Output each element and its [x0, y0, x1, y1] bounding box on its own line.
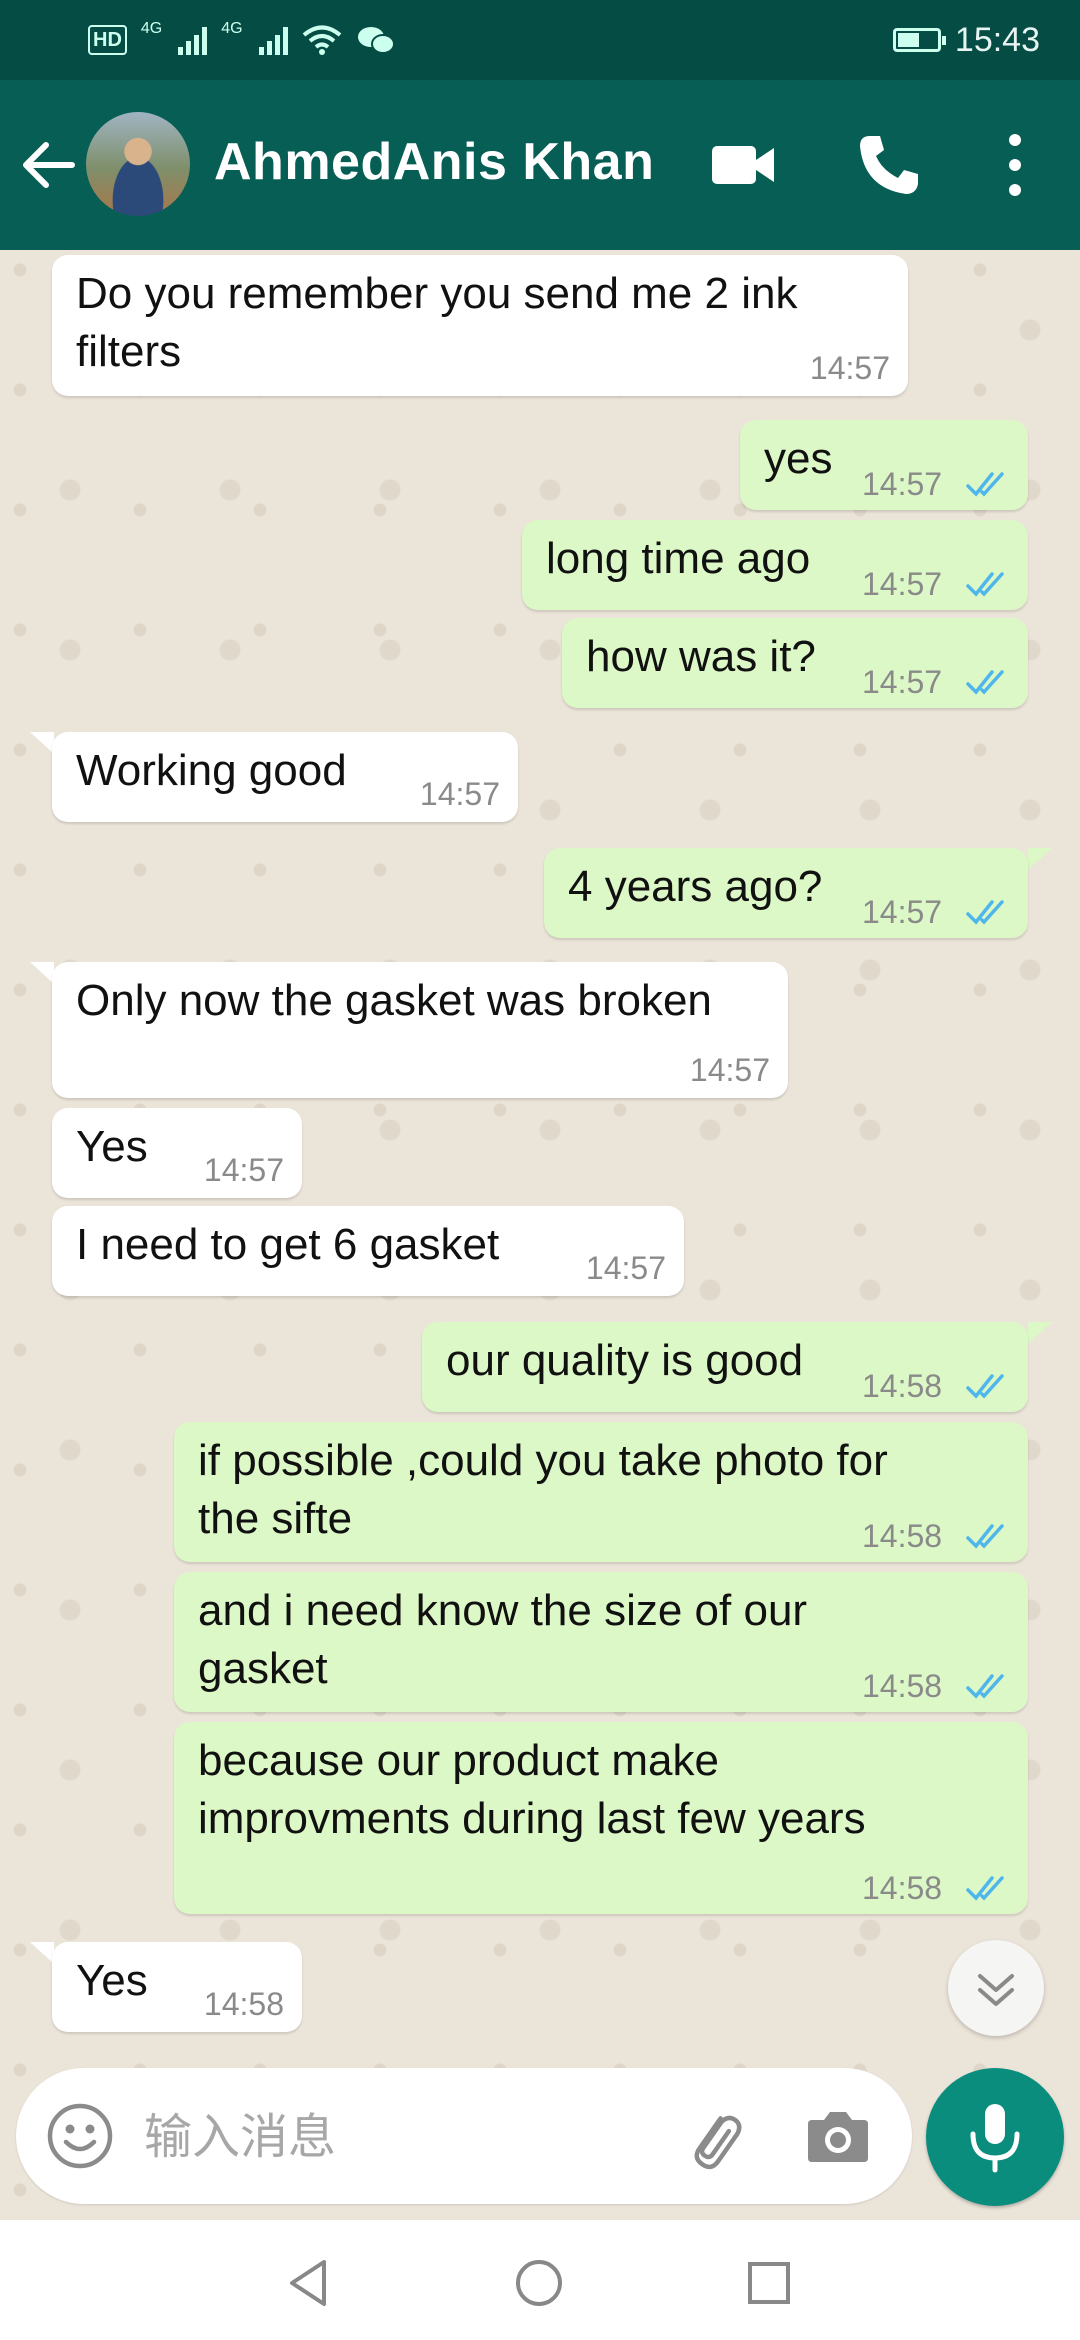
wifi-icon: [302, 25, 341, 55]
double-check-icon: [966, 900, 1004, 925]
battery-level: [897, 33, 919, 47]
message-time: 14:57: [862, 664, 943, 700]
signal-icon: [178, 25, 208, 55]
network-type-2: 4G: [221, 20, 243, 37]
microphone-icon: [970, 2104, 1020, 2173]
message-time: 14:58: [862, 1368, 943, 1404]
message-text: and i need know the size of our gasket: [198, 1586, 808, 1693]
arrow-left-icon[interactable]: [18, 135, 78, 195]
bubble-tail: [30, 962, 54, 984]
message-bubble-outgoing[interactable]: long time ago 14:57: [522, 520, 1028, 610]
bubble-tail: [30, 732, 54, 754]
nav-recents-icon[interactable]: [746, 2260, 792, 2306]
message-time: 14:58: [862, 1870, 943, 1906]
message-text: Do you remember you send me 2 ink filter…: [76, 269, 798, 376]
message-bubble-incoming[interactable]: Do you remember you send me 2 ink filter…: [52, 255, 908, 396]
message-bubble-incoming[interactable]: Only now the gasket was broken 14:57: [52, 962, 788, 1098]
bubble-tail: [1028, 848, 1052, 870]
voice-record-button[interactable]: [926, 2068, 1064, 2206]
camera-icon[interactable]: [806, 2108, 870, 2164]
emoji-icon[interactable]: [46, 2102, 114, 2170]
message-time: 14:57: [419, 776, 500, 812]
message-text: Working good: [76, 746, 347, 795]
chat-header: AhmedAnis Khan: [0, 80, 1080, 250]
hd-badge: HD: [88, 25, 127, 55]
message-text: if possible ,could you take photo for th…: [198, 1436, 888, 1543]
message-text: because our product make improvments dur…: [198, 1736, 866, 1843]
message-time: 14:58: [862, 1518, 943, 1554]
message-time: 14:57: [862, 894, 943, 930]
composer-bar: [16, 2068, 912, 2204]
double-check-icon: [966, 1524, 1004, 1549]
message-text: Yes: [76, 1956, 148, 2005]
avatar[interactable]: [86, 112, 190, 216]
status-indicators: HD 4G 4G: [88, 20, 396, 60]
status-right: 15:43: [892, 18, 1040, 62]
message-time: 14:57: [862, 466, 943, 502]
message-text: Yes: [76, 1122, 148, 1171]
status-bar: HD 4G 4G 15:43: [0, 0, 1080, 80]
message-text: 4 years ago?: [568, 862, 823, 911]
nav-home-icon[interactable]: [514, 2258, 564, 2308]
double-check-icon: [966, 472, 1004, 497]
message-time: 14:57: [585, 1250, 666, 1286]
message-bubble-outgoing[interactable]: 4 years ago? 14:57: [544, 848, 1028, 938]
message-bubble-incoming[interactable]: Yes 14:58: [52, 1942, 302, 2032]
message-time: 14:57: [809, 350, 890, 386]
wechat-icon: [357, 27, 395, 54]
message-text: how was it?: [586, 632, 816, 681]
contact-name[interactable]: AhmedAnis Khan: [214, 132, 654, 192]
double-check-icon: [966, 572, 1004, 597]
message-text: I need to get 6 gasket: [76, 1220, 500, 1269]
message-bubble-outgoing[interactable]: our quality is good 14:58: [422, 1322, 1028, 1412]
message-time: 14:58: [862, 1668, 943, 1704]
status-time: 15:43: [954, 20, 1040, 59]
message-text: long time ago: [546, 534, 811, 583]
bubble-tail: [30, 1942, 54, 1964]
message-time: 14:57: [862, 566, 943, 602]
message-text: Only now the gasket was broken: [76, 976, 712, 1025]
signal-icon: [258, 25, 288, 55]
message-time: 14:58: [203, 1986, 284, 2022]
double-check-icon: [966, 1876, 1004, 1901]
message-time: 14:57: [689, 1052, 770, 1088]
message-bubble-outgoing[interactable]: how was it? 14:57: [562, 618, 1028, 708]
message-bubble-outgoing[interactable]: if possible ,could you take photo for th…: [174, 1422, 1028, 1562]
message-bubble-incoming[interactable]: Working good 14:57: [52, 732, 518, 822]
double-check-icon: [966, 1674, 1004, 1699]
more-vert-icon[interactable]: [1000, 130, 1030, 200]
phone-icon[interactable]: [856, 132, 922, 198]
double-check-icon: [966, 1374, 1004, 1399]
nav-back-icon[interactable]: [286, 2258, 330, 2308]
video-camera-icon[interactable]: [710, 140, 776, 190]
bubble-tail: [1028, 1322, 1052, 1344]
system-nav-bar: [0, 2220, 1080, 2340]
message-time: 14:57: [203, 1152, 284, 1188]
double-chevron-down-icon: [978, 1974, 1014, 2006]
message-bubble-outgoing[interactable]: yes 14:57: [740, 420, 1028, 510]
paperclip-icon[interactable]: [678, 2104, 748, 2174]
message-bubble-incoming[interactable]: I need to get 6 gasket 14:57: [52, 1206, 684, 1296]
message-list[interactable]: Do you remember you send me 2 ink filter…: [0, 250, 1080, 2240]
message-bubble-outgoing[interactable]: and i need know the size of our gasket 1…: [174, 1572, 1028, 1712]
message-input[interactable]: [142, 2096, 666, 2178]
message-bubble-incoming[interactable]: Yes 14:57: [52, 1108, 302, 1198]
message-text: our quality is good: [446, 1336, 804, 1385]
double-check-icon: [966, 670, 1004, 695]
battery-icon: [892, 28, 946, 52]
network-type-1: 4G: [140, 20, 163, 37]
message-bubble-outgoing[interactable]: because our product make improvments dur…: [174, 1722, 1028, 1914]
message-text: yes: [764, 434, 833, 483]
scroll-to-bottom-button[interactable]: [948, 1940, 1044, 2036]
